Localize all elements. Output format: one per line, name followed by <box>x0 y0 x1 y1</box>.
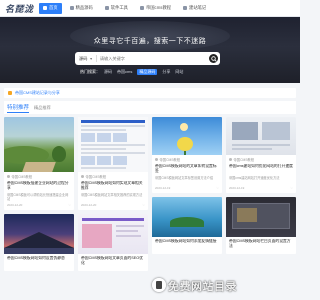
hot-searches: 热门搜索： 源码 帝国cms 精品源码 分享 网站 <box>80 69 188 75</box>
grid-column: 帝国CMS教程 帝国cms建站如何优化网站的打开速度 帝国cms建站网站打开速度… <box>226 117 296 275</box>
article-card[interactable]: 帝国CMS教程 帝国CMS模板搭建企业网站的过程分享 帝国CMS模板可以帮助站长… <box>4 117 74 210</box>
nav-item-notes[interactable]: 建站笔记 <box>179 3 210 14</box>
watermark-logo-icon <box>152 278 166 292</box>
hot-search-label: 热门搜索： <box>80 69 100 74</box>
article-excerpt: 帝国cms建站网站打开速度优化方法 <box>229 176 280 180</box>
tool-icon <box>104 6 109 10</box>
article-thumbnail[interactable] <box>4 214 74 254</box>
article-date: 2023-12-20 <box>7 203 23 207</box>
site-logo[interactable]: 名琵泷 <box>5 2 39 15</box>
article-footer: 2023-12-20 ♡ <box>81 203 145 207</box>
section-title[interactable]: 特别推荐 <box>7 103 30 113</box>
article-category[interactable]: 帝国CMS教程 <box>7 174 71 179</box>
article-footer: 2023-12-19 ♡ <box>229 186 293 190</box>
hero-slogan: 众里寻它千百遍，搜索一下不迷路 <box>93 38 207 45</box>
article-category[interactable]: 帝国CMS教程 <box>155 157 219 162</box>
chevron-down-icon: ▼ <box>89 56 93 61</box>
article-title[interactable]: 帝国CMS模板搭建企业网站的过程分享 <box>7 181 71 191</box>
article-footer: 2023-12-20 ♡ <box>7 203 71 207</box>
article-title[interactable]: 帝国CMS模板网站如何设置伪静态 <box>7 256 71 266</box>
hero-banner: 众里寻它千百遍，搜索一下不迷路 源码▼ 热门搜索： 源码 帝国cms 精品源码 … <box>0 17 300 83</box>
watermark-text: 免费网站目录 <box>168 281 237 293</box>
search-icon <box>210 55 217 62</box>
search-button[interactable] <box>209 54 218 63</box>
article-excerpt: 帝国CMS模板网站文章相关推荐的实现方法 <box>81 193 143 197</box>
nav-item-tools[interactable]: 软件工具 <box>101 3 132 14</box>
hot-tag[interactable]: 源码 <box>104 69 112 75</box>
article-title[interactable]: 帝国CMS模板网站的文章如何设置标签 <box>155 164 219 174</box>
nav-item-home[interactable]: 首页 <box>39 2 62 14</box>
article-thumbnail[interactable] <box>152 197 222 237</box>
hot-tag[interactable]: 分享 <box>162 69 170 75</box>
hot-tag-highlighted[interactable]: 精品源码 <box>137 69 158 75</box>
like-icon[interactable]: ♡ <box>142 203 145 207</box>
article-excerpt: 帝国CMS模板可以帮助站长快速搭建企业网站 <box>7 193 69 201</box>
hot-tag[interactable]: 帝国cms <box>117 69 132 75</box>
article-date: 2023-12-20 <box>81 203 97 207</box>
grid-column: 帝国CMS教程 帝国CMS模板网站如何实现文章相关推荐 帝国CMS模板网站文章相… <box>78 117 148 275</box>
grid-column: 帝国CMS教程 帝国CMS模板搭建企业网站的过程分享 帝国CMS模板可以帮助站长… <box>4 117 74 275</box>
article-thumbnail[interactable] <box>78 117 148 172</box>
hot-tag[interactable]: 网站 <box>175 69 183 75</box>
home-icon <box>43 6 47 10</box>
like-icon[interactable]: ♡ <box>68 203 71 207</box>
like-icon[interactable]: ♡ <box>290 186 293 190</box>
article-card[interactable]: 帝国CMS模板网站如何设置伪静态 <box>4 214 74 271</box>
notice-bar: 帝国CMS建站记录与分享 <box>4 88 296 98</box>
folder-icon <box>155 158 158 161</box>
article-footer: 2023-12-19 ♡ <box>155 186 219 190</box>
article-title[interactable]: 帝国CMS模板网站栏目页面的设置方法 <box>229 239 293 249</box>
article-title[interactable]: 帝国CMS模板网站文章页面的SEO优化 <box>81 256 145 266</box>
article-card[interactable]: 帝国CMS模板网站栏目页面的设置方法 <box>226 197 296 254</box>
top-navbar: 名琵泷 首页 精品源码 软件工具 帝国cms教程 建站笔记 <box>0 0 300 17</box>
article-thumbnail[interactable] <box>4 117 74 172</box>
article-card[interactable]: 帝国CMS教程 帝国cms建站如何优化网站的打开速度 帝国cms建站网站打开速度… <box>226 117 296 193</box>
article-excerpt: 帝国CMS模板网站文章标签设置方法介绍 <box>155 176 214 180</box>
article-date: 2023-12-19 <box>229 186 245 190</box>
like-icon[interactable]: ♡ <box>216 186 219 190</box>
article-card[interactable]: 帝国CMS模板网站文章页面的SEO优化 <box>78 214 148 271</box>
article-title[interactable]: 帝国CMS模板网站如何实现文章相关推荐 <box>81 181 145 191</box>
article-date: 2023-12-19 <box>155 186 171 190</box>
book-icon <box>139 6 144 10</box>
notice-text[interactable]: 帝国CMS建站记录与分享 <box>15 90 60 96</box>
watermark: 免费网站目录 <box>150 270 300 300</box>
code-icon <box>69 6 74 10</box>
article-thumbnail[interactable] <box>152 117 222 155</box>
search-input[interactable] <box>96 53 209 64</box>
article-category[interactable]: 帝国CMS教程 <box>229 157 293 162</box>
article-category[interactable]: 帝国CMS教程 <box>81 174 145 179</box>
note-icon <box>183 6 188 10</box>
folder-icon <box>229 158 232 161</box>
article-thumbnail[interactable] <box>226 197 296 237</box>
article-thumbnail[interactable] <box>78 214 148 254</box>
grid-column: 帝国CMS教程 帝国CMS模板网站的文章如何设置标签 帝国CMS模板网站文章标签… <box>152 117 222 275</box>
nav-item-source[interactable]: 精品源码 <box>66 3 97 14</box>
article-title[interactable]: 帝国cms建站如何优化网站的打开速度 <box>229 164 293 174</box>
article-card[interactable]: 帝国CMS模板网站如何添加友情链接 <box>152 197 222 254</box>
article-card[interactable]: 帝国CMS教程 帝国CMS模板网站的文章如何设置标签 帝国CMS模板网站文章标签… <box>152 117 222 193</box>
article-title[interactable]: 帝国CMS模板网站如何添加友情链接 <box>155 239 219 249</box>
search-bar: 源码 ▼ <box>75 52 220 65</box>
article-card[interactable]: 帝国CMS教程 帝国CMS模板网站如何实现文章相关推荐 帝国CMS模板网站文章相… <box>78 117 148 210</box>
folder-icon <box>81 175 84 178</box>
folder-icon <box>7 175 10 178</box>
section-subtitle: 精品推荐 <box>34 104 51 110</box>
article-grid: 帝国CMS教程 帝国CMS模板搭建企业网站的过程分享 帝国CMS模板可以帮助站长… <box>4 117 296 275</box>
search-category-select[interactable]: 源码 ▼ <box>75 55 97 62</box>
section-header: 特别推荐 精品推荐 <box>4 101 296 114</box>
article-thumbnail[interactable] <box>226 117 296 155</box>
nav-item-cms[interactable]: 帝国cms教程 <box>136 3 175 14</box>
announcement-icon <box>8 91 12 95</box>
